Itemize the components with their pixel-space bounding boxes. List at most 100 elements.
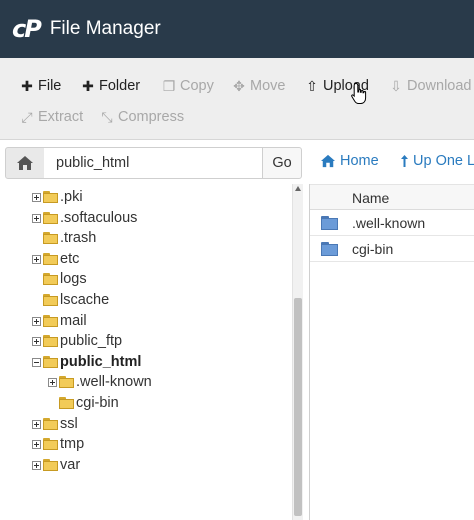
tree-item-label: tmp <box>60 436 85 452</box>
compress-button[interactable]: ⤡ Compress <box>100 106 184 128</box>
move-button[interactable]: ✥ Move <box>232 75 285 97</box>
upload-icon: ⇧ <box>306 77 318 94</box>
compress-icon: ⤡ <box>101 108 113 125</box>
app-header: cP File Manager <box>0 0 474 58</box>
tree-scrollbar[interactable] <box>292 184 303 520</box>
folder-icon <box>321 242 338 256</box>
new-file-label: File <box>38 78 62 94</box>
copy-icon: ❐ <box>162 77 176 94</box>
folder-tree: .pki .softaculous .trash etc logs lscache mail… <box>0 184 292 520</box>
folder-icon <box>43 438 58 450</box>
home-link[interactable]: Home <box>320 153 379 169</box>
tree-item-label: .well-known <box>76 374 152 390</box>
tree-item-label: .trash <box>60 230 97 246</box>
expand-icon[interactable] <box>48 377 57 387</box>
tree-item-tmp[interactable]: tmp <box>32 434 84 454</box>
new-folder-button[interactable]: ✚ Folder <box>81 75 140 97</box>
tree-item-label: mail <box>60 313 87 329</box>
move-icon: ✥ <box>233 77 245 94</box>
tree-item-public-html[interactable]: public_html <box>32 352 141 372</box>
folder-icon <box>43 459 58 471</box>
tree-item-well-known[interactable]: .well-known <box>48 372 152 392</box>
file-list: Name .well-known cgi-bin <box>309 184 474 520</box>
new-file-button[interactable]: ✚ File <box>20 75 61 97</box>
folder-icon <box>43 232 58 244</box>
tree-item-label: public_html <box>60 354 142 370</box>
tree-item-label: public_ftp <box>60 333 123 349</box>
path-input[interactable] <box>44 147 263 179</box>
folder-icon <box>43 273 58 285</box>
column-header-name[interactable]: Name <box>352 190 389 206</box>
tree-item-label: .pki <box>60 189 83 205</box>
tree-item-mail[interactable]: mail <box>32 311 87 331</box>
tree-item-var[interactable]: var <box>32 455 80 475</box>
list-row-well-known[interactable]: .well-known <box>310 210 474 236</box>
folder-open-icon <box>43 356 58 368</box>
tree-item-label: .softaculous <box>60 210 138 226</box>
expand-icon[interactable] <box>32 213 41 223</box>
cpanel-logo[interactable]: cP <box>12 15 42 43</box>
expand-icon[interactable] <box>32 316 41 326</box>
tree-item-label: etc <box>60 251 80 267</box>
download-button[interactable]: ⇩ Download <box>389 75 472 97</box>
folder-icon <box>43 253 58 265</box>
tree-item-lscache[interactable]: lscache <box>32 290 109 310</box>
download-label: Download <box>407 78 472 94</box>
list-row-cgi-bin[interactable]: cgi-bin <box>310 236 474 262</box>
plus-icon: ✚ <box>82 77 94 94</box>
copy-button[interactable]: ❐ Copy <box>162 75 214 97</box>
tree-item-logs[interactable]: logs <box>32 269 87 289</box>
home-link-label: Home <box>340 153 379 169</box>
home-dir-button[interactable] <box>5 147 45 179</box>
folder-icon <box>59 376 74 388</box>
tree-item-pki[interactable]: .pki <box>32 187 83 207</box>
expand-icon[interactable] <box>32 419 41 429</box>
up-one-level-label: Up One Le <box>413 153 474 169</box>
tree-item-label: var <box>60 457 81 473</box>
tree-item-ssl[interactable]: ssl <box>32 414 78 434</box>
expand-icon[interactable] <box>32 192 41 202</box>
compress-label: Compress <box>118 109 185 125</box>
folder-icon <box>43 294 58 306</box>
file-name: .well-known <box>352 214 426 231</box>
home-icon <box>17 156 33 170</box>
toolbar: ✚ File ✚ Folder ❐ Copy ✥ Move ⇧ Upload ⇩… <box>0 58 474 140</box>
page-title: File Manager <box>49 18 161 39</box>
hand-cursor-icon <box>351 82 367 104</box>
expand-icon[interactable] <box>32 254 41 264</box>
tree-item-public-ftp[interactable]: public_ftp <box>32 331 122 351</box>
copy-label: Copy <box>180 78 214 94</box>
folder-icon <box>43 212 58 224</box>
tree-item-cgi-bin[interactable]: cgi-bin <box>48 393 119 413</box>
home-icon <box>321 154 335 168</box>
tree-item-label: ssl <box>60 416 78 432</box>
tree-item-trash[interactable]: .trash <box>32 228 96 248</box>
tree-item-label: logs <box>60 271 87 287</box>
expand-icon: ⤢ <box>21 108 33 125</box>
expand-icon[interactable] <box>32 460 41 470</box>
up-one-level-link[interactable]: Up One Le <box>400 153 474 169</box>
extract-button[interactable]: ⤢ Extract <box>20 106 83 128</box>
download-icon: ⇩ <box>390 77 402 94</box>
tree-item-etc[interactable]: etc <box>32 249 79 269</box>
extract-label: Extract <box>38 109 84 125</box>
folder-icon <box>43 191 58 203</box>
scroll-thumb[interactable] <box>294 298 302 516</box>
go-button[interactable]: Go <box>262 147 302 179</box>
folder-icon <box>43 335 58 347</box>
folder-icon <box>59 397 74 409</box>
folder-icon <box>43 315 58 327</box>
scroll-up-arrow-icon[interactable] <box>295 186 301 191</box>
file-name: cgi-bin <box>352 240 394 257</box>
tree-item-label: lscache <box>60 292 110 308</box>
new-folder-label: Folder <box>99 78 141 94</box>
collapse-icon[interactable] <box>32 357 41 367</box>
tree-item-softaculous[interactable]: .softaculous <box>32 208 137 228</box>
plus-icon: ✚ <box>21 77 33 94</box>
level-up-icon <box>401 155 408 167</box>
folder-icon <box>321 216 338 230</box>
list-header: Name <box>310 184 474 210</box>
expand-icon[interactable] <box>32 439 41 449</box>
tree-item-label: cgi-bin <box>76 395 119 411</box>
expand-icon[interactable] <box>32 336 41 346</box>
